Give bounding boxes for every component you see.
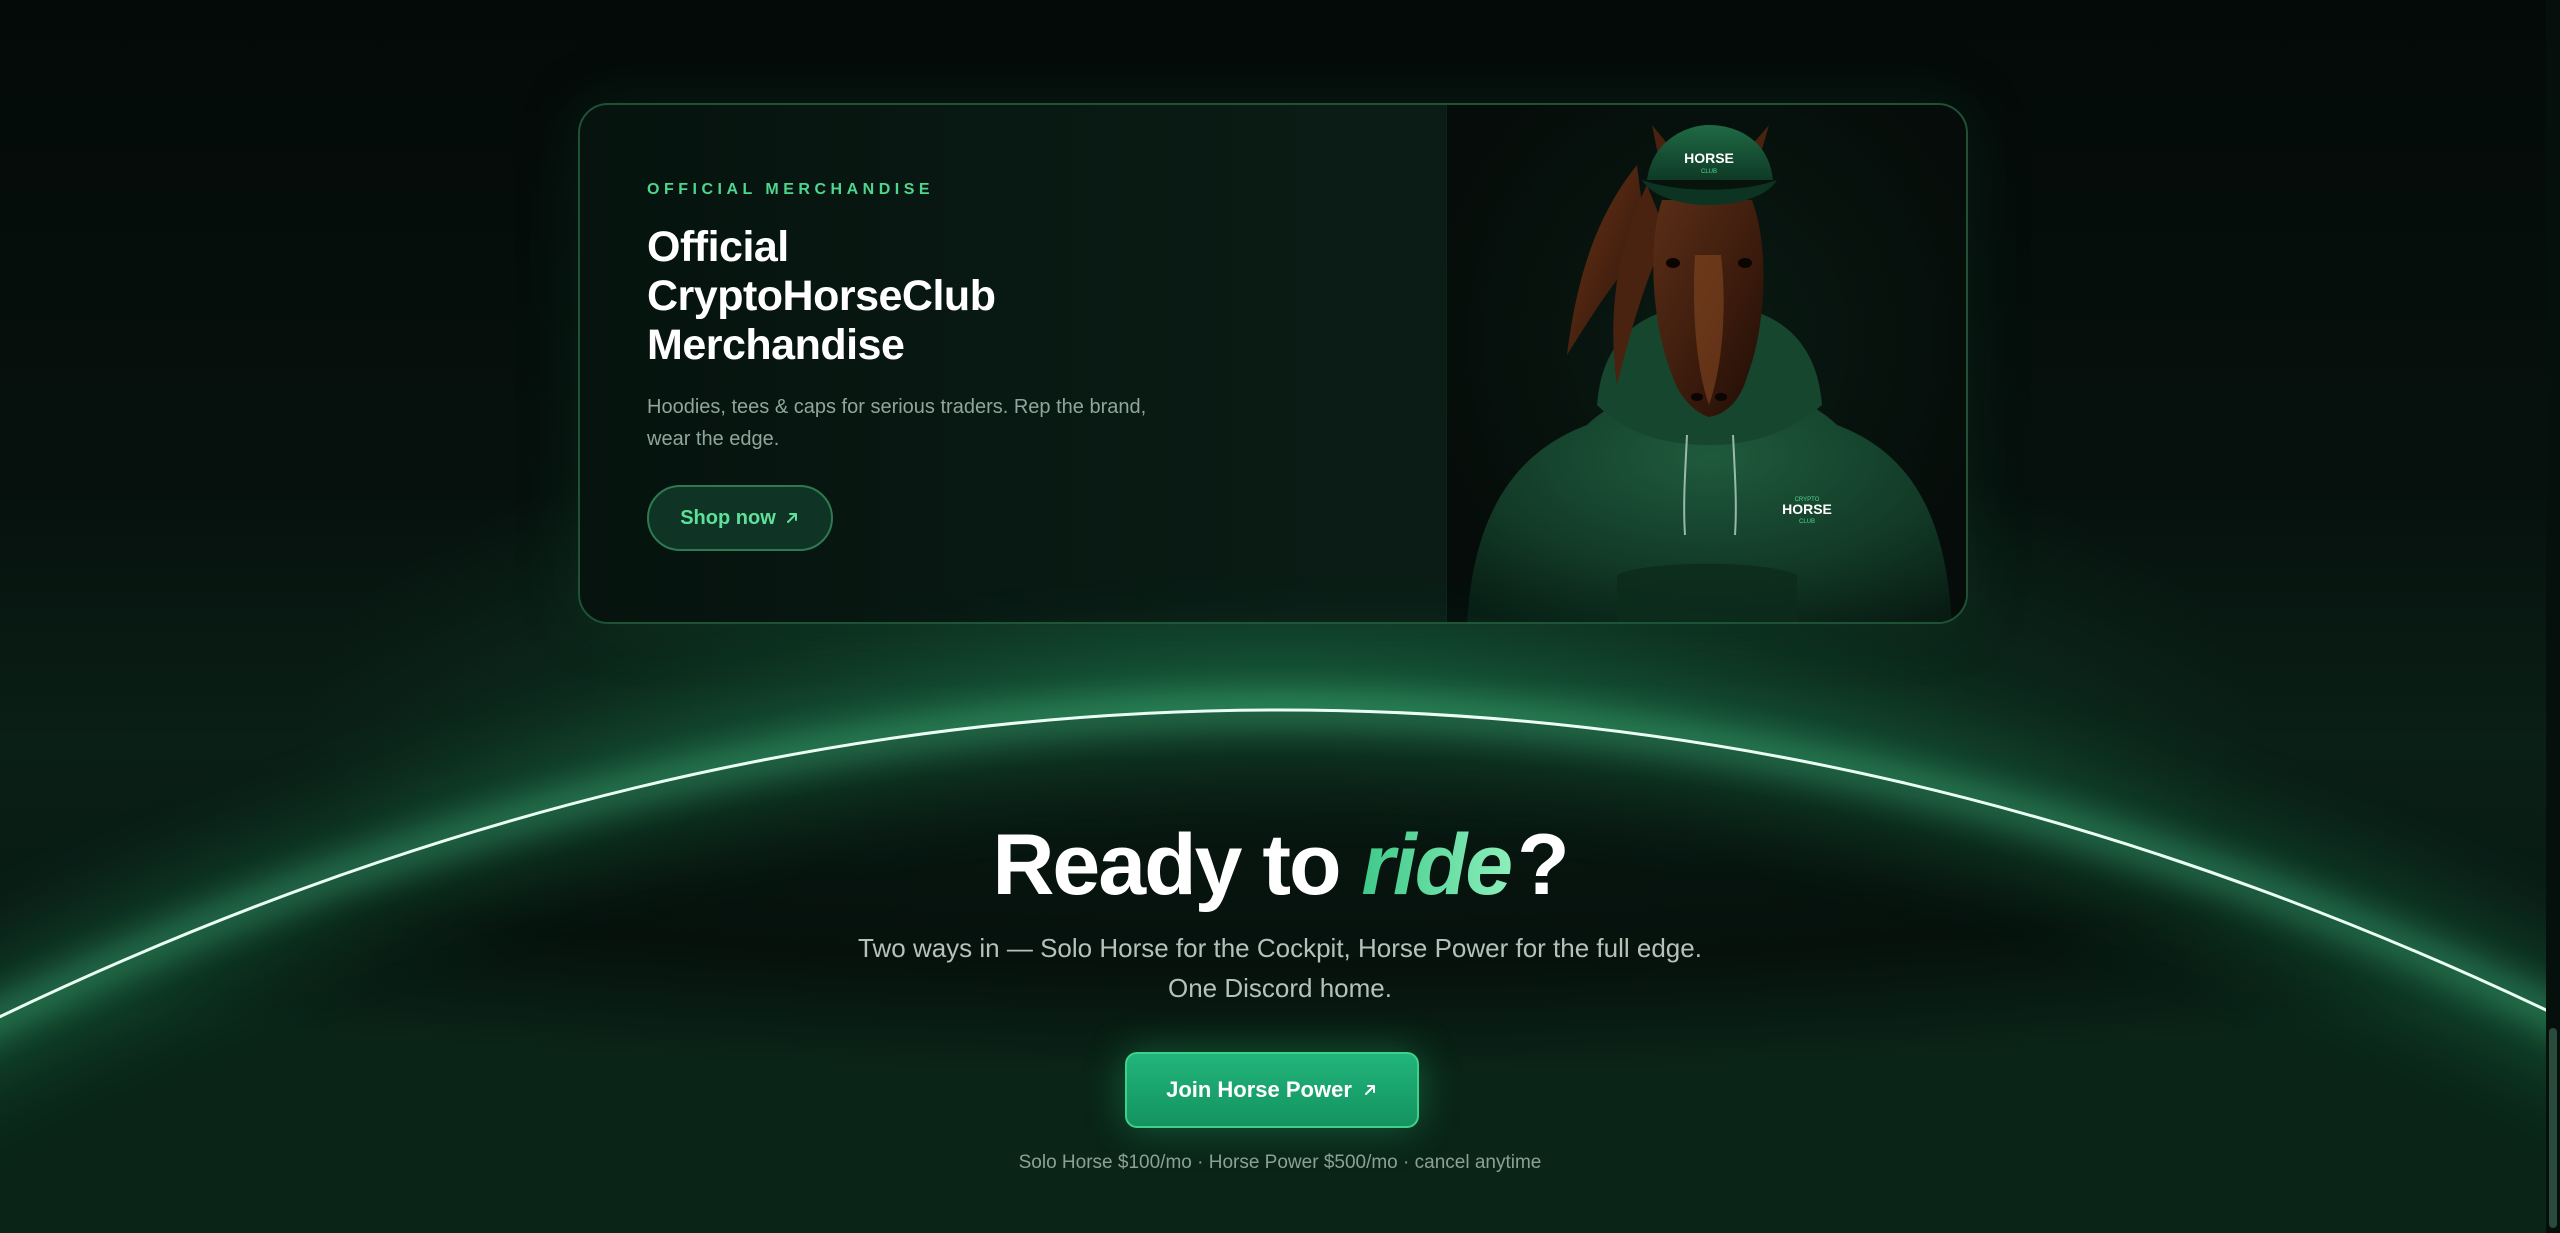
arrow-up-right-icon — [1364, 1085, 1375, 1095]
cta-title-prefix: Ready to — [992, 817, 1362, 913]
merch-title: Official CryptoHorseClub Merchandise — [647, 223, 1207, 370]
hoodie-logo-sub: CLUB — [1799, 519, 1815, 525]
merch-description: Hoodies, tees & caps for serious traders… — [647, 396, 1147, 450]
merch-card: OFFICIAL MERCHANDISE Official CryptoHors… — [578, 103, 1968, 624]
join-button-label: Join Horse Power — [1166, 1077, 1352, 1102]
cap-logo-sub: CLUB — [1701, 169, 1717, 175]
cta-title: Ready to ride? — [0, 815, 2560, 915]
shop-now-button[interactable]: Shop now — [647, 485, 833, 551]
merch-product-image: HORSE CLUB CRYPTO HORSE CLUB — [1446, 105, 1966, 622]
scrollbar-thumb[interactable] — [2549, 1028, 2557, 1228]
page: OFFICIAL MERCHANDISE Official CryptoHors… — [0, 0, 2560, 1233]
join-horse-power-button[interactable]: Join Horse Power — [1125, 1052, 1419, 1128]
cta-title-suffix: ? — [1517, 817, 1570, 913]
merch-title-line3: Merchandise — [647, 321, 905, 369]
horse-hoodie-illustration: HORSE CLUB CRYPTO HORSE CLUB — [1467, 125, 1952, 622]
merch-title-line2: CryptoHorseClub — [647, 272, 996, 320]
merch-eyebrow: OFFICIAL MERCHANDISE — [647, 181, 935, 198]
cta-title-accent: ride — [1361, 817, 1517, 913]
cta-subtitle: Two ways in — Solo Horse for the Cockpit… — [0, 928, 2560, 1008]
merch-title-line1: Official — [647, 223, 789, 271]
arrow-up-right-icon — [786, 513, 797, 523]
cap-logo: HORSE — [1684, 150, 1734, 166]
scrollbar-track[interactable] — [2546, 0, 2560, 1233]
cta-subtitle-line1: Two ways in — Solo Horse for the Cockpit… — [858, 933, 1702, 963]
pricing-note: Solo Horse $100/mo · Horse Power $500/mo… — [1018, 1152, 1542, 1173]
hoodie-logo-main: HORSE — [1782, 501, 1832, 517]
shop-now-label: Shop now — [680, 506, 776, 529]
cta-subtitle-line2: One Discord home. — [1168, 973, 1392, 1003]
